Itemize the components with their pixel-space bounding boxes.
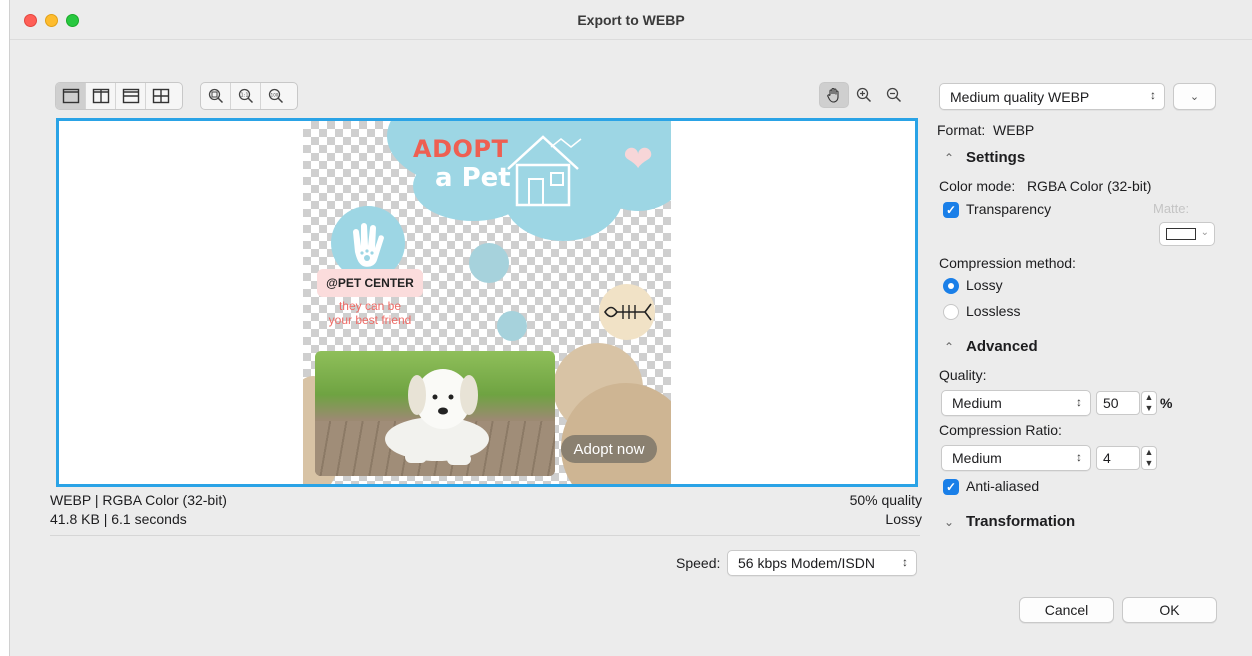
- compression-ratio-select[interactable]: Medium ↕: [941, 445, 1091, 471]
- speed-value: 56 kbps Modem/ISDN: [738, 555, 875, 571]
- settings-section-header[interactable]: ⌃ Settings: [944, 149, 1025, 166]
- anti-aliased-checkbox[interactable]: ✓: [943, 479, 959, 495]
- select-chevrons-icon: ↕: [1150, 88, 1156, 102]
- advanced-section-header[interactable]: ⌃ Advanced: [944, 338, 1038, 355]
- zoom-100-button[interactable]: 100: [261, 83, 291, 109]
- chevron-down-icon: ⌄: [1200, 227, 1209, 238]
- pet-center-badge: @PET CENTER: [317, 269, 423, 297]
- split-vertical-icon: [92, 88, 109, 104]
- lossless-label: Lossless: [966, 303, 1021, 319]
- decor-dot: [469, 243, 509, 283]
- decor-dot: [497, 311, 527, 341]
- zoom-in-button[interactable]: [849, 82, 879, 108]
- single-view-button[interactable]: [56, 83, 86, 109]
- color-mode-row: Color mode: RGBA Color (32-bit): [939, 178, 1152, 194]
- fish-bone-icon: [604, 303, 652, 321]
- matte-label: Matte:: [1153, 201, 1190, 216]
- select-chevrons-icon: ↕: [1076, 395, 1082, 409]
- ok-button[interactable]: OK: [1122, 597, 1217, 623]
- preset-select[interactable]: Medium quality WEBP ↕: [939, 83, 1165, 110]
- mode-info: Lossy: [885, 511, 922, 527]
- fish-badge: [599, 284, 655, 340]
- adopt-now-artwork-button: Adopt now: [561, 435, 657, 463]
- split-horizontal-icon: [122, 88, 139, 104]
- zoom-toolbar: 1:1 100: [200, 82, 298, 110]
- export-dialog: Export to WEBP 1:1 100 ADOPT a Pet ❤ @PE…: [9, 0, 1252, 656]
- navigation-toolbar: [819, 82, 917, 110]
- svg-text:1:1: 1:1: [240, 93, 248, 99]
- compression-ratio-input[interactable]: 4: [1096, 446, 1140, 470]
- zoom-in-icon: [856, 87, 872, 103]
- size-time-info: 41.8 KB | 6.1 seconds: [50, 511, 187, 527]
- zoom-fit-button[interactable]: [201, 83, 231, 109]
- color-mode-value: RGBA Color (32-bit): [1026, 178, 1152, 194]
- format-value: WEBP: [993, 122, 1035, 138]
- compression-ratio-preset-value: Medium: [952, 450, 1002, 466]
- quality-stepper[interactable]: ▲ ▼: [1141, 391, 1157, 415]
- zoom-100-icon: 100: [268, 88, 284, 104]
- house-doodle-icon: [507, 135, 582, 207]
- zoom-actual-button[interactable]: 1:1: [231, 83, 261, 109]
- quad-view-button[interactable]: [146, 83, 176, 109]
- view-mode-toolbar: [55, 82, 183, 110]
- artwork-tagline: they can be your best friend: [328, 299, 412, 327]
- select-chevrons-icon: ↕: [902, 555, 908, 569]
- hand-tool-icon: [827, 87, 839, 103]
- split-horizontal-button[interactable]: [116, 83, 146, 109]
- transformation-section-header[interactable]: ⌄ Transformation: [944, 513, 1075, 530]
- matte-color-button[interactable]: ⌄: [1159, 222, 1215, 246]
- matte-swatch: [1166, 228, 1196, 240]
- window-title: Export to WEBP: [577, 12, 685, 28]
- quality-preset-value: Medium: [952, 395, 1002, 411]
- transparency-checkbox[interactable]: ✓: [943, 202, 959, 218]
- compression-ratio-label: Compression Ratio:: [939, 422, 1062, 438]
- quality-label: Quality:: [939, 367, 987, 383]
- compression-method-label: Compression method:: [939, 255, 1076, 271]
- cancel-button[interactable]: Cancel: [1019, 597, 1114, 623]
- quality-input[interactable]: 50: [1096, 391, 1140, 415]
- preset-menu-button[interactable]: ⌄: [1173, 83, 1216, 110]
- lossy-radio[interactable]: [943, 278, 959, 294]
- preset-value: Medium quality WEBP: [950, 88, 1090, 105]
- chevron-up-icon: ⌃: [944, 340, 955, 354]
- artwork-subtitle: a Pet: [435, 163, 511, 193]
- quality-info: 50% quality: [849, 492, 922, 508]
- hand-tool-button[interactable]: [819, 82, 849, 108]
- zoom-out-button[interactable]: [879, 82, 909, 108]
- anti-aliased-label: Anti-aliased: [966, 478, 1040, 494]
- speed-select[interactable]: 56 kbps Modem/ISDN ↕: [727, 550, 917, 576]
- quad-view-icon: [152, 88, 170, 104]
- lossy-label: Lossy: [966, 277, 1003, 293]
- puppy-image: [385, 369, 489, 465]
- split-vertical-button[interactable]: [86, 83, 116, 109]
- speed-label: Speed:: [676, 555, 721, 571]
- artwork-preview: ADOPT a Pet ❤ @PET CENTER they can be yo…: [303, 121, 671, 484]
- format-info: WEBP | RGBA Color (32-bit): [50, 492, 227, 508]
- chevron-down-icon: ⌄: [1189, 91, 1200, 103]
- lossless-radio[interactable]: [943, 304, 959, 320]
- puppy-photo: [315, 351, 555, 476]
- transparency-label: Transparency: [966, 201, 1052, 217]
- compression-ratio-stepper[interactable]: ▲ ▼: [1141, 446, 1157, 470]
- format-label: Format: WEBP: [937, 122, 1035, 138]
- zoom-out-icon: [886, 87, 902, 103]
- heart-icon: ❤: [623, 138, 654, 179]
- svg-text:100: 100: [271, 92, 279, 97]
- artwork-title: ADOPT: [413, 135, 509, 163]
- zoom-actual-icon: 1:1: [238, 88, 253, 104]
- single-view-icon: [62, 88, 79, 104]
- preview-canvas[interactable]: ADOPT a Pet ❤ @PET CENTER they can be yo…: [56, 118, 918, 487]
- zoom-fit-icon: [208, 88, 223, 104]
- quality-preset-select[interactable]: Medium ↕: [941, 390, 1091, 416]
- title-bar: Export to WEBP: [10, 0, 1252, 40]
- chevron-down-icon: ⌄: [944, 515, 955, 529]
- quality-unit: %: [1160, 395, 1173, 411]
- select-chevrons-icon: ↕: [1076, 450, 1082, 464]
- chevron-up-icon: ⌃: [944, 151, 955, 165]
- divider: [50, 535, 920, 536]
